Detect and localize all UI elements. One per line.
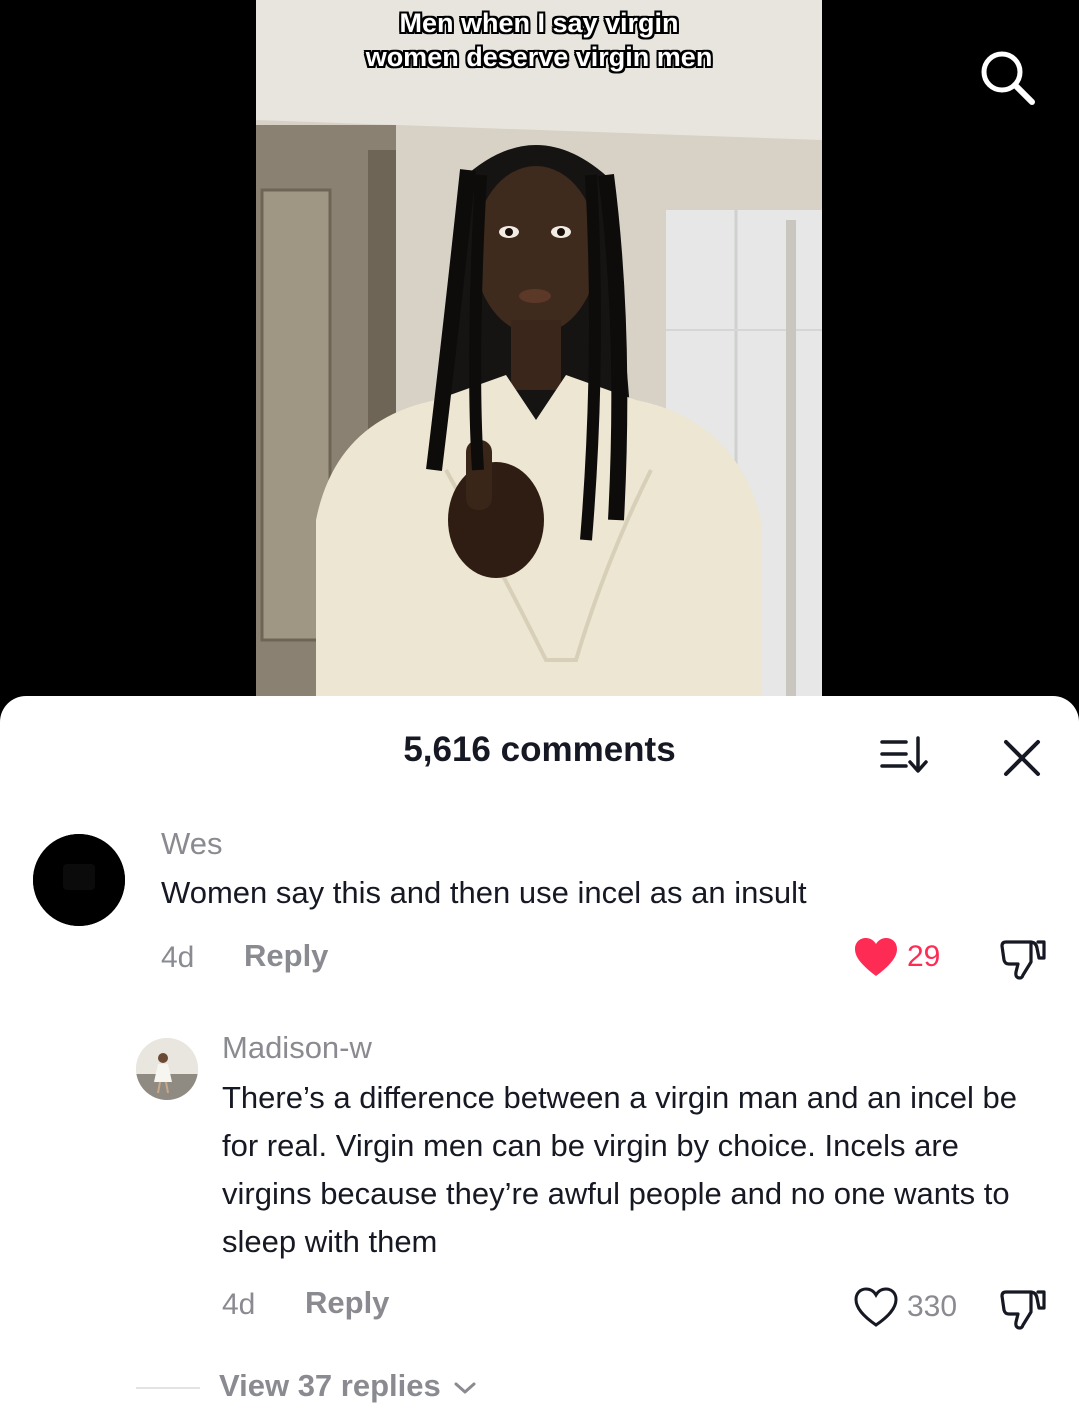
comment-age: 4d: [222, 1288, 256, 1321]
close-icon: [1004, 740, 1040, 776]
avatar-image: [136, 1038, 198, 1100]
caption-line-1: Men when I say virgin: [399, 8, 679, 38]
caption-line-2: women deserve virgin men: [365, 42, 713, 72]
search-icon: [981, 51, 1035, 105]
reply-button[interactable]: Reply: [244, 938, 328, 974]
sort-icon: [880, 736, 928, 773]
video-area: Men when I say virgin women deserve virg…: [0, 0, 1079, 700]
sort-button[interactable]: [878, 734, 932, 778]
replies-divider: [136, 1387, 200, 1389]
dislike-icon: [1000, 940, 1046, 980]
chevron-down-icon: [454, 1382, 476, 1394]
comment-text: Women say this and then use incel as an …: [161, 875, 807, 910]
avatar[interactable]: [136, 1038, 198, 1100]
avatar[interactable]: [33, 834, 125, 926]
video-frame-image: [256, 0, 822, 700]
like-button[interactable]: [853, 936, 899, 978]
comment-age: 4d: [161, 941, 195, 974]
video-caption: Men when I say virgin women deserve virg…: [256, 6, 822, 74]
close-button[interactable]: [998, 734, 1046, 782]
comment-username[interactable]: Wes: [161, 826, 222, 862]
like-count: 29: [907, 940, 941, 973]
view-replies-button[interactable]: View 37 replies: [219, 1368, 477, 1404]
dislike-icon: [1000, 1290, 1046, 1330]
like-button[interactable]: [853, 1286, 899, 1328]
heart-icon: [855, 938, 897, 976]
view-replies-label: View 37 replies: [219, 1368, 441, 1403]
video-player[interactable]: Men when I say virgin women deserve virg…: [256, 0, 822, 700]
dislike-button[interactable]: [1000, 1286, 1046, 1330]
avatar-image: [33, 834, 125, 926]
heart-icon: [854, 1287, 898, 1327]
comments-sheet: 5,616 comments Wes Women say this and th…: [0, 696, 1079, 1418]
dislike-button[interactable]: [1000, 936, 1046, 980]
reply-button[interactable]: Reply: [305, 1285, 389, 1321]
comment-text: There’s a difference between a virgin ma…: [222, 1080, 1018, 1259]
like-count: 330: [907, 1290, 958, 1323]
comment-username[interactable]: Madison-w: [222, 1030, 372, 1066]
search-button[interactable]: [978, 48, 1038, 108]
